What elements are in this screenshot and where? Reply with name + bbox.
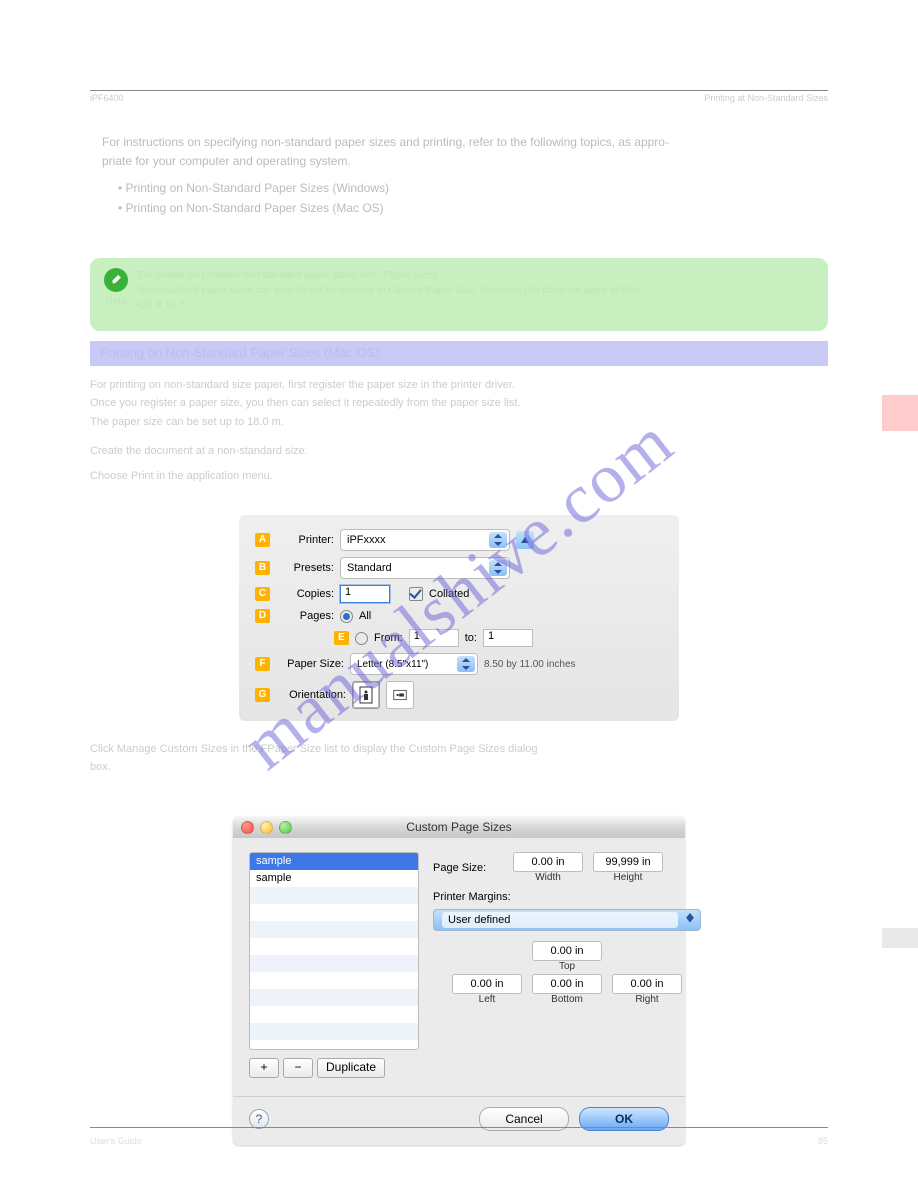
margin-top-input[interactable]: 0.00 in [532,941,602,961]
page-size-label: Page Size: [433,862,503,874]
tag-f: F [255,657,270,671]
chevron-updown-icon [457,656,475,672]
note-label: Note [104,294,128,309]
pages-all-label: All [359,610,371,622]
dialog-titlebar: Custom Page Sizes [233,816,685,838]
margin-right-input[interactable]: 0.00 in [612,974,682,994]
header-divider [90,90,828,91]
orientation-portrait-button[interactable] [352,681,380,709]
step3-text: Click Manage Custom Sizes in the FPaper … [90,741,828,776]
remove-size-button[interactable]: − [283,1058,313,1078]
margin-bottom-input[interactable]: 0.00 in [532,974,602,994]
section-heading-bar: Printing on Non-Standard Paper Sizes (Ma… [90,341,828,366]
tag-d: D [255,609,270,623]
copies-label: Copies: [276,588,334,600]
margins-combo[interactable]: User defined [433,909,701,931]
instruction-text: For printing on non-standard size paper,… [90,376,828,485]
presets-combo[interactable]: Standard [340,557,510,579]
paper-size-combo[interactable]: Letter (8.5"x11") [350,653,478,675]
height-label: Height [593,872,663,883]
note-box: Note For details on printable non-standa… [90,258,828,331]
from-label: From: [374,632,403,644]
printer-label: Printer: [276,534,334,546]
tag-e: E [334,631,349,645]
footer-page: 85 [818,1136,828,1146]
orientation-label: Orientation: [276,689,346,701]
pages-all-radio[interactable] [340,610,353,623]
tag-a: A [255,533,270,547]
paper-dimensions-note: 8.50 by 11.00 inches [484,659,576,670]
print-panel: A Printer: iPFxxxx B Presets: Standard C… [239,515,679,721]
list-item[interactable]: sample [250,853,418,870]
orientation-landscape-button[interactable] [386,681,414,709]
chevron-updown-icon [489,532,507,548]
footer-left: User's Guide [90,1136,142,1146]
footer-labels: User's Guide 85 [90,1136,828,1146]
duplicate-button[interactable]: Duplicate [317,1058,385,1078]
disclosure-toggle[interactable] [516,531,534,549]
pages-from-radio[interactable] [355,632,368,645]
add-size-button[interactable]: + [249,1058,279,1078]
side-tab-gray [882,928,918,948]
tag-b: B [255,561,270,575]
pages-label: Pages: [276,610,334,622]
list-item[interactable]: sample [250,870,418,887]
footer-divider [90,1127,828,1128]
to-label: to: [465,632,477,644]
copies-input[interactable]: 1 [340,585,390,603]
printer-margins-label: Printer Margins: [433,891,701,903]
header-left: iPF6400 [90,93,124,103]
header-labels: iPF6400 Printing at Non-Standard Sizes [90,93,828,103]
sizes-listbox[interactable]: sample sample [249,852,419,1050]
side-tab-pink [882,395,918,431]
collated-label: Collated [429,588,469,600]
width-input[interactable]: 0.00 in [513,852,583,872]
custom-page-sizes-dialog: Custom Page Sizes sample sample [233,816,685,1145]
note-icon [104,268,128,292]
paper-size-label: Paper Size: [276,658,344,670]
from-input[interactable]: 1 [409,629,459,647]
margin-left-input[interactable]: 0.00 in [452,974,522,994]
printer-combo[interactable]: iPFxxxx [340,529,510,551]
collated-checkbox[interactable] [409,587,423,601]
tag-c: C [255,587,270,601]
header-right: Printing at Non-Standard Sizes [704,93,828,103]
height-input[interactable]: 99,999 in [593,852,663,872]
intro-text: For instructions on specifying non-stand… [102,133,828,218]
width-label: Width [513,872,583,883]
chevron-updown-icon [489,560,507,576]
to-input[interactable]: 1 [483,629,533,647]
dialog-title: Custom Page Sizes [233,820,685,834]
tag-g: G [255,688,270,702]
presets-label: Presets: [276,562,334,574]
